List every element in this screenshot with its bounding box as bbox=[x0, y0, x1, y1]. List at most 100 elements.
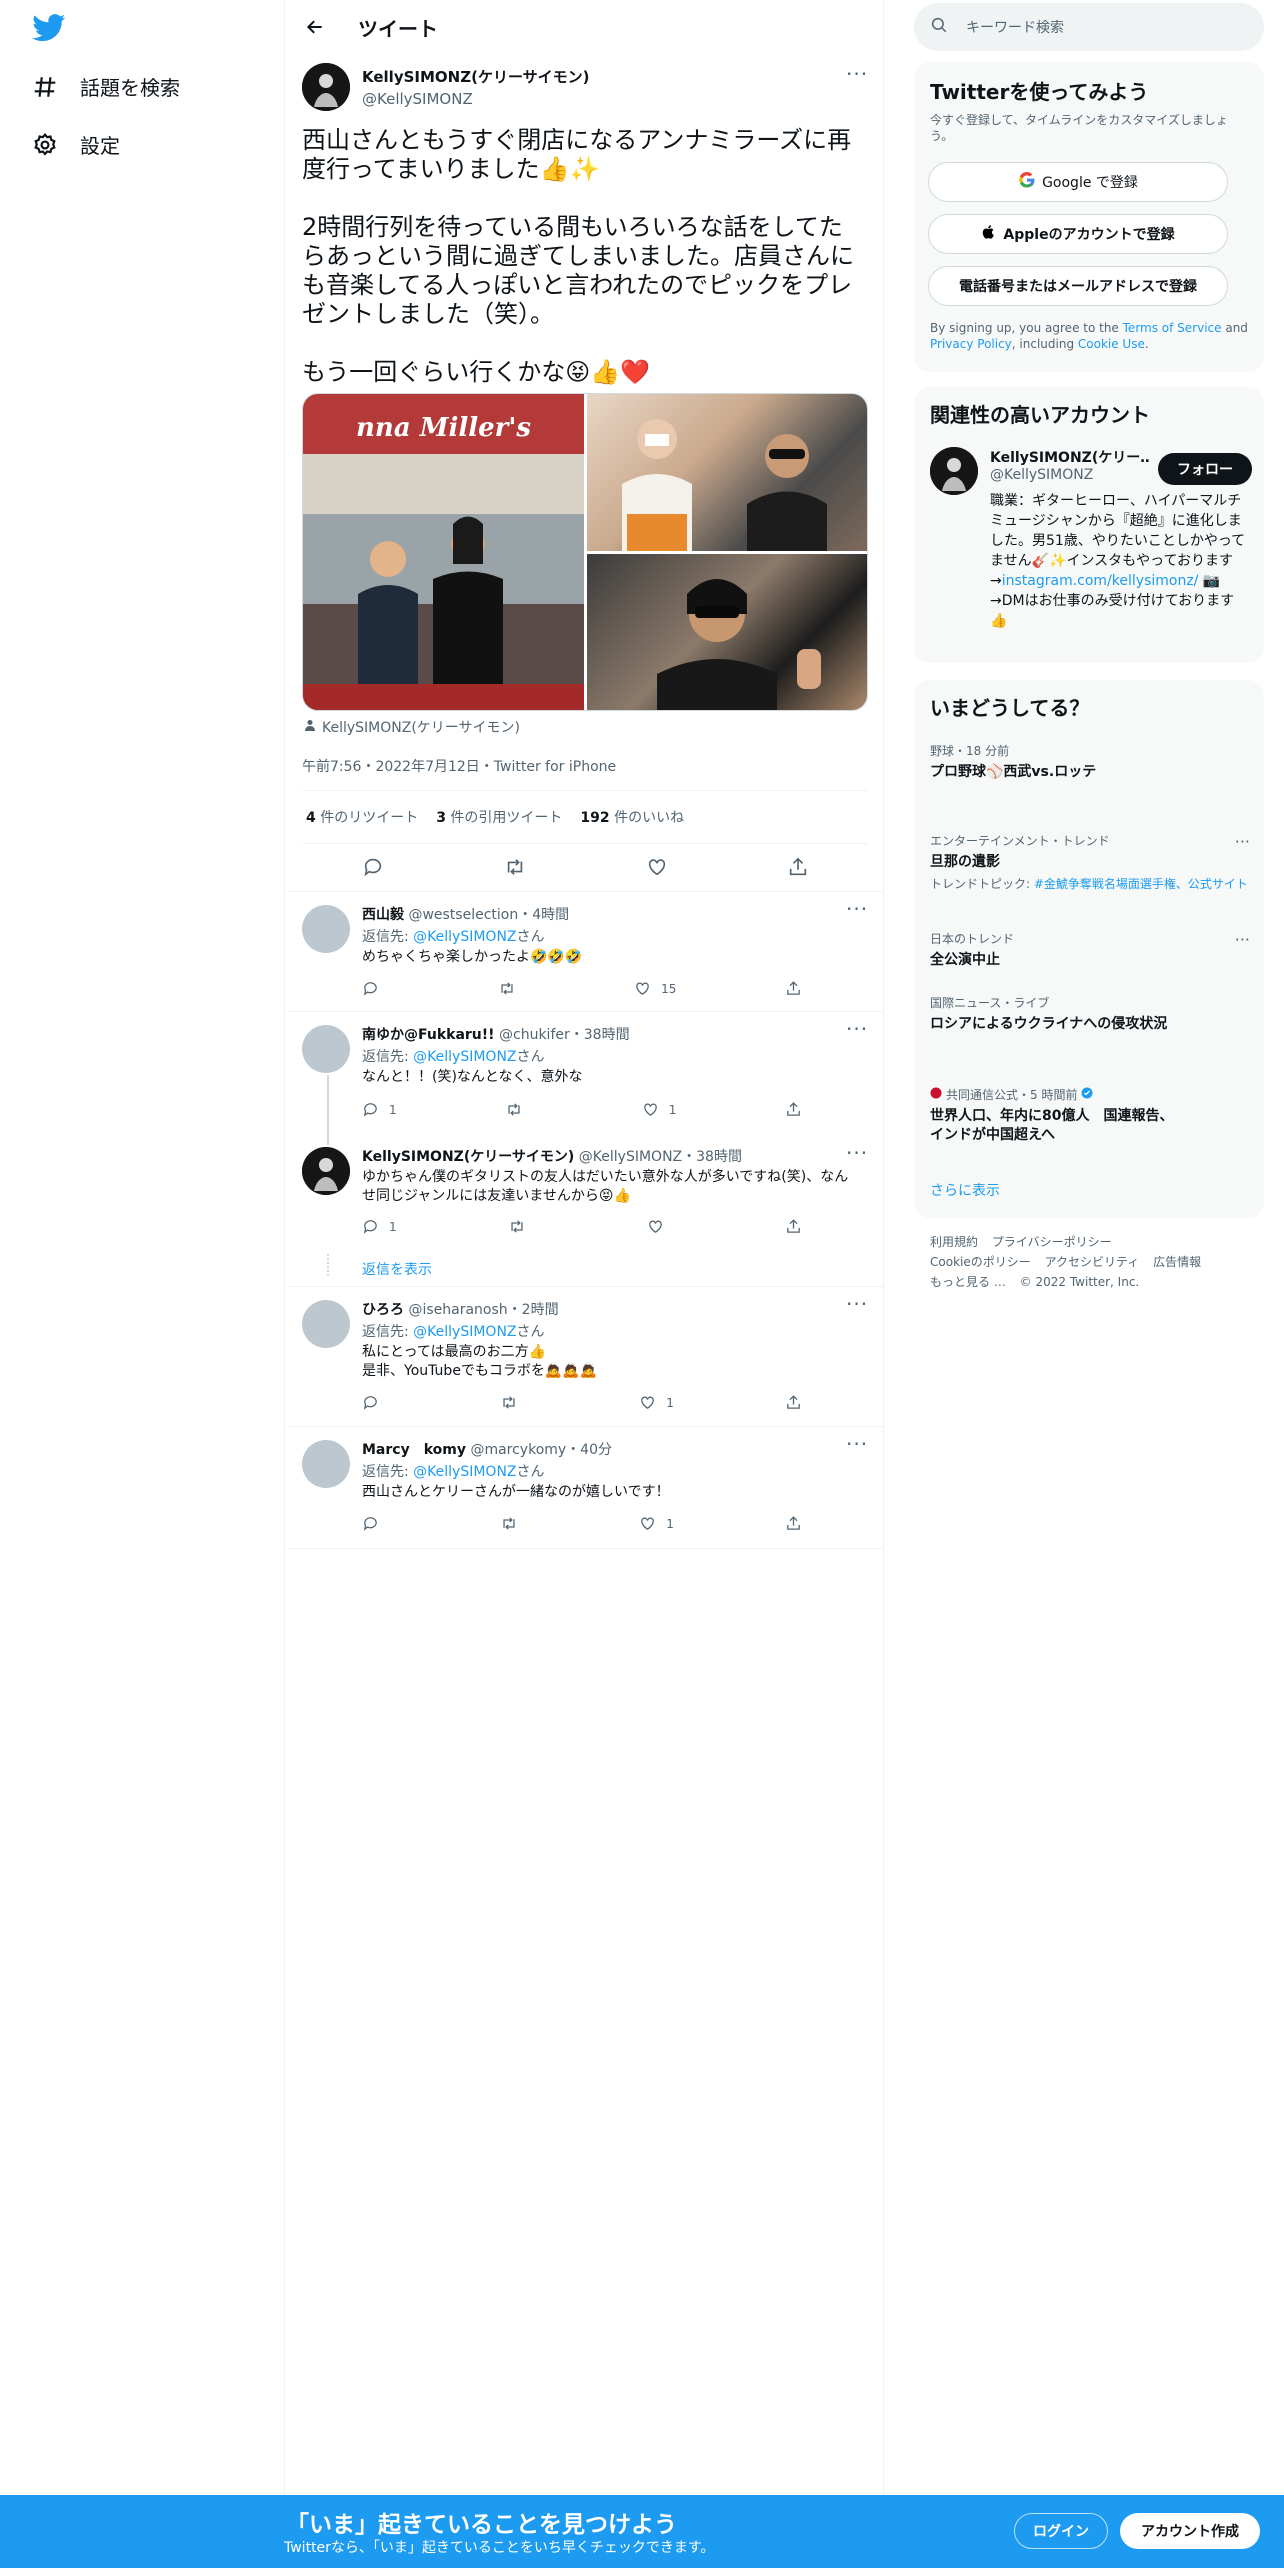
reply-author[interactable]: 南ゆか@Fukkaru!! @chukifer・38時間 bbox=[362, 1024, 630, 1044]
nav-explore[interactable]: 話題を検索 bbox=[32, 72, 180, 101]
reply-to-link[interactable]: @KellySIMONZ bbox=[413, 1049, 516, 1065]
tweet-meta[interactable]: 午前7:56・2022年7月12日・Twitter for iPhone bbox=[302, 756, 616, 776]
reply-to-link[interactable]: @KellySIMONZ bbox=[413, 1464, 516, 1480]
apple-signup-button[interactable]: Appleのアカウントで登録 bbox=[928, 214, 1228, 254]
reply-tweet[interactable]: 西山毅 @westselection・4時間 ··· 返信先: @KellySI… bbox=[286, 891, 884, 1011]
phone-email-signup-button[interactable]: 電話番号またはメールアドレスで登録 bbox=[928, 266, 1228, 306]
share-icon[interactable] bbox=[785, 980, 802, 997]
reply-icon[interactable] bbox=[362, 1515, 389, 1532]
quote-stat[interactable]: 3 件の引用ツイート bbox=[436, 807, 562, 827]
footer-link-ads[interactable]: 広告情報 bbox=[1153, 1255, 1201, 1269]
search-box[interactable]: キーワード検索 bbox=[914, 3, 1264, 51]
reply-icon[interactable]: 1 bbox=[362, 1218, 397, 1235]
reply-tweet[interactable]: 南ゆか@Fukkaru!! @chukifer・38時間 ··· 返信先: @K… bbox=[286, 1011, 884, 1141]
retweet-stat[interactable]: 4 件のリツイート bbox=[306, 807, 418, 827]
retweet-icon[interactable] bbox=[508, 1218, 536, 1235]
reply-avatar[interactable] bbox=[302, 1440, 350, 1488]
follow-button[interactable]: フォロー bbox=[1158, 453, 1252, 485]
photo-3[interactable] bbox=[587, 554, 867, 710]
more-icon[interactable]: ··· bbox=[846, 1432, 868, 1456]
reply-avatar[interactable] bbox=[302, 1300, 350, 1348]
more-icon[interactable]: ··· bbox=[846, 897, 868, 921]
related-avatar[interactable] bbox=[930, 447, 978, 495]
more-icon[interactable]: ··· bbox=[846, 62, 868, 86]
share-icon[interactable] bbox=[787, 856, 809, 878]
related-bio-link[interactable]: instagram.com/kellysimonz/ bbox=[1002, 573, 1199, 589]
trend-item[interactable]: エンターテインメント・トレンド 旦那の遺影 トレンドトピック: #金鯱争奪戦名場… bbox=[930, 832, 1250, 892]
footer-link-more[interactable]: もっと見る … bbox=[930, 1275, 1006, 1289]
divider bbox=[302, 790, 868, 791]
show-replies-link[interactable]: 返信を表示 bbox=[362, 1259, 432, 1279]
reply-author[interactable]: KellySIMONZ(ケリーサイモン) @KellySIMONZ・38時間 bbox=[362, 1146, 742, 1166]
like-icon[interactable] bbox=[646, 856, 668, 878]
related-name[interactable]: KellySIMONZ(ケリー… bbox=[990, 447, 1150, 467]
footer-link-terms[interactable]: 利用規約 bbox=[930, 1235, 978, 1249]
retweet-icon[interactable] bbox=[505, 1101, 533, 1118]
trend-item[interactable]: 野球・18 分前 プロ野球⚾西武vs.ロッテ bbox=[930, 742, 1250, 782]
reply-author[interactable]: Marcy komy @marcykomy・40分 bbox=[362, 1439, 612, 1459]
reply-author[interactable]: ひろろ @iseharanosh・2時間 bbox=[362, 1299, 559, 1319]
like-icon[interactable]: 1 bbox=[642, 1101, 676, 1118]
main-column: ツイート KellySIMONZ(ケリーサイモン) @KellySIMONZ ·… bbox=[286, 0, 884, 2568]
retweet-icon[interactable] bbox=[500, 1394, 528, 1411]
show-more-link[interactable]: さらに表示 bbox=[930, 1180, 1000, 1200]
privacy-policy-link[interactable]: Privacy Policy bbox=[930, 337, 1012, 351]
trend-category: エンターテインメント・トレンド bbox=[930, 834, 1110, 848]
terms-of-service-link[interactable]: Terms of Service bbox=[1123, 321, 1222, 335]
reply-to-link[interactable]: @KellySIMONZ bbox=[413, 929, 516, 945]
cookie-use-link[interactable]: Cookie Use bbox=[1078, 337, 1145, 351]
kyodo-logo-icon bbox=[930, 1087, 942, 1102]
twitter-logo-icon[interactable] bbox=[32, 14, 66, 44]
reply-tweet[interactable]: ひろろ @iseharanosh・2時間 ··· 返信先: @KellySIMO… bbox=[286, 1286, 884, 1426]
search-input[interactable]: キーワード検索 bbox=[966, 17, 1064, 37]
more-icon[interactable]: ··· bbox=[1235, 930, 1250, 949]
retweet-icon[interactable] bbox=[498, 980, 526, 997]
reply-author[interactable]: 西山毅 @westselection・4時間 bbox=[362, 904, 569, 924]
retweet-icon[interactable] bbox=[500, 1515, 528, 1532]
trend-subtitle-link[interactable]: #金鯱争奪戦名場面選手権、公式サイト bbox=[1034, 877, 1248, 891]
share-icon[interactable] bbox=[785, 1515, 802, 1532]
nav-settings[interactable]: 設定 bbox=[32, 130, 120, 159]
reply-to-link[interactable]: @KellySIMONZ bbox=[413, 1324, 516, 1340]
reply-icon[interactable] bbox=[362, 1394, 389, 1411]
retweet-icon[interactable] bbox=[503, 856, 527, 878]
share-icon[interactable] bbox=[785, 1218, 802, 1235]
reply-icon[interactable]: 1 bbox=[362, 1101, 397, 1118]
tagged-user[interactable]: KellySIMONZ(ケリーサイモン) bbox=[304, 717, 520, 737]
like-icon[interactable]: 1 bbox=[639, 1515, 674, 1532]
reply-avatar[interactable] bbox=[302, 905, 350, 953]
photo-2[interactable] bbox=[587, 394, 867, 551]
reply-avatar[interactable] bbox=[302, 1025, 350, 1073]
reply-icon[interactable] bbox=[362, 856, 384, 878]
trend-item[interactable]: 国際ニュース・ライブ ロシアによるウクライナへの侵攻状況 bbox=[930, 994, 1250, 1034]
trend-subtitle-prefix: トレンドトピック: bbox=[930, 877, 1034, 891]
photo-1[interactable]: nna Miller's bbox=[303, 394, 584, 710]
reply-time: ・4時間 bbox=[518, 907, 570, 923]
trend-item[interactable]: 共同通信公式・5 時間前 世界人口、年内に80億人 国連報告、インドが中国超えへ bbox=[930, 1086, 1250, 1145]
more-icon[interactable]: ··· bbox=[846, 1141, 868, 1165]
login-button[interactable]: ログイン bbox=[1014, 2513, 1108, 2549]
reply-avatar[interactable] bbox=[302, 1147, 350, 1195]
share-icon[interactable] bbox=[785, 1394, 802, 1411]
tweet-media[interactable]: nna Miller's bbox=[302, 393, 868, 711]
more-icon[interactable]: ··· bbox=[846, 1017, 868, 1041]
reply-icon[interactable] bbox=[362, 980, 389, 997]
share-icon[interactable] bbox=[785, 1101, 802, 1118]
signup-button[interactable]: アカウント作成 bbox=[1120, 2513, 1260, 2549]
more-icon[interactable]: ··· bbox=[1235, 832, 1250, 851]
author-avatar[interactable] bbox=[302, 63, 350, 111]
like-icon[interactable]: 15 bbox=[634, 980, 676, 997]
google-signup-button[interactable]: Google で登録 bbox=[928, 162, 1228, 202]
like-stat[interactable]: 192 件のいいね bbox=[580, 807, 684, 827]
reply-tweet[interactable]: Marcy komy @marcykomy・40分 ··· 返信先: @Kell… bbox=[286, 1426, 884, 1548]
like-icon[interactable]: 1 bbox=[639, 1394, 674, 1411]
like-icon[interactable] bbox=[647, 1218, 674, 1235]
footer-link-accessibility[interactable]: アクセシビリティ bbox=[1045, 1255, 1140, 1269]
footer-link-cookies[interactable]: Cookieのポリシー bbox=[930, 1255, 1031, 1269]
trend-item[interactable]: 日本のトレンド 全公演中止 ··· bbox=[930, 930, 1250, 970]
more-icon[interactable]: ··· bbox=[846, 1292, 868, 1316]
back-arrow-icon[interactable] bbox=[300, 12, 330, 42]
page-title: ツイート bbox=[358, 17, 438, 41]
footer-link-privacy[interactable]: プライバシーポリシー bbox=[992, 1235, 1112, 1249]
tweet-author[interactable]: KellySIMONZ(ケリーサイモン) @KellySIMONZ bbox=[362, 66, 590, 108]
